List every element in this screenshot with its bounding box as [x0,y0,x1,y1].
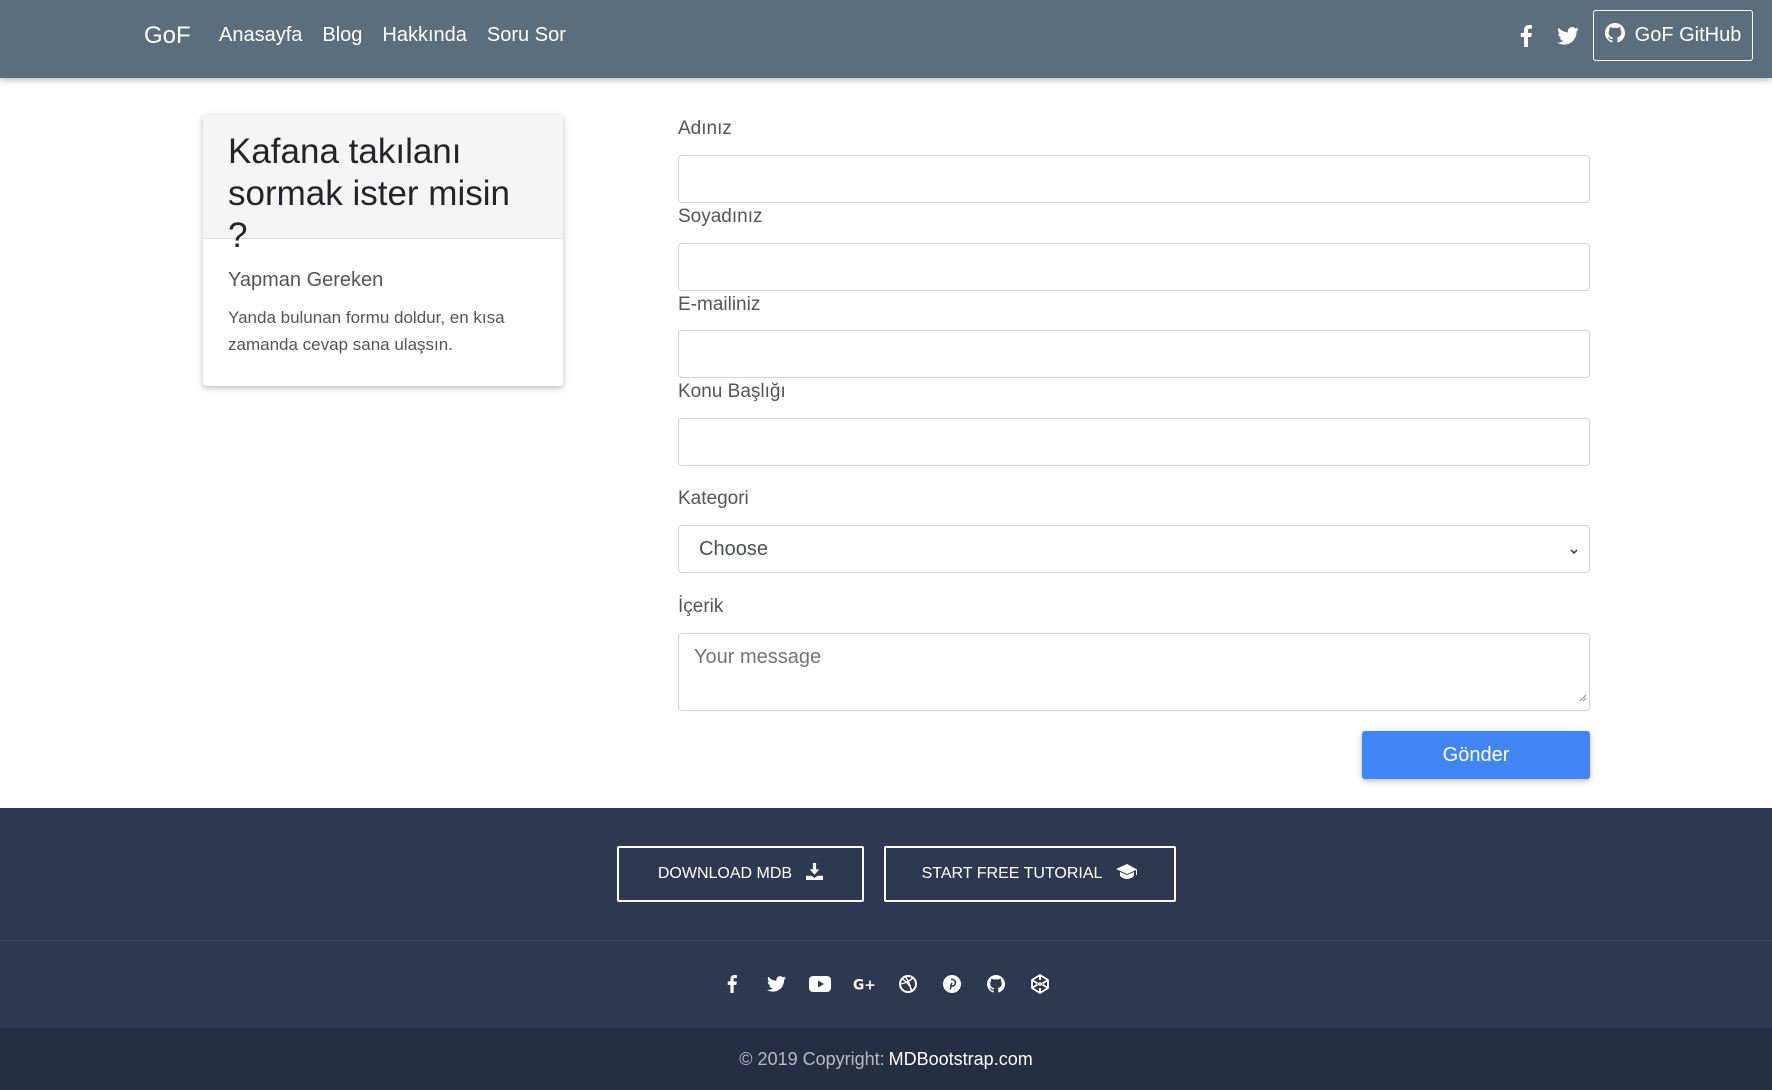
card-subtitle: Yapman Gereken [228,269,384,291]
nav-links: Anasayfa Blog Hakkında Soru Sor [219,24,566,47]
github-icon[interactable] [985,973,1007,995]
email-label: E-mailiniz [678,294,761,315]
message-textarea[interactable]: Your message [678,633,1590,711]
pinterest-icon[interactable] [941,973,963,995]
subject-label: Konu Başlığı [678,381,786,402]
twitter-icon[interactable] [765,973,787,995]
chevron-down-icon [1569,542,1579,565]
google-plus-icon[interactable]: G+ [853,973,875,995]
facebook-icon[interactable] [721,973,743,995]
resize-grip-icon[interactable] [1577,685,1587,708]
nav-link-about[interactable]: Hakkında [382,24,467,47]
youtube-icon[interactable] [809,973,831,995]
info-card: Kafana takılanı sormak ister misin ? Yap… [203,115,563,386]
content-label: İçerik [678,596,724,617]
github-icon [1604,22,1625,49]
download-icon [806,863,824,885]
download-button-label: DOWNLOAD MDB [657,865,793,882]
tutorial-button-label: START FREE TUTORIAL [921,865,1103,882]
graduation-cap-icon [1116,864,1138,884]
card-body: Yapman Gereken Yanda bulunan formu doldu… [203,239,563,358]
last-name-label: Soyadınız [678,206,763,227]
copyright-link[interactable]: MDBootstrap.com [889,1049,1033,1070]
start-tutorial-button[interactable]: START FREE TUTORIAL [884,846,1176,902]
category-select-value: Choose [699,537,768,560]
github-button[interactable]: GoF GitHub [1593,10,1753,61]
submit-button[interactable]: Gönder [1362,731,1590,779]
card-header: Kafana takılanı sormak ister misin ? [203,115,563,255]
card-text: Yanda bulunan formu doldur, en kısa zama… [228,308,505,354]
message-placeholder: Your message [694,646,822,668]
footer-social-icons: G+ [0,970,1772,998]
nav-link-home[interactable]: Anasayfa [219,24,302,47]
category-label: Kategori [678,488,749,509]
category-select[interactable]: Choose [678,525,1590,573]
nav-link-ask[interactable]: Soru Sor [487,24,566,47]
email-input[interactable] [678,330,1590,378]
footer-divider [0,940,1772,941]
nav-link-blog[interactable]: Blog [322,24,362,47]
copyright-text: © 2019 Copyright: [739,1048,885,1069]
dribbble-icon[interactable] [897,973,919,995]
facebook-icon[interactable] [1512,22,1540,50]
codepen-icon[interactable] [1029,973,1051,995]
twitter-icon[interactable] [1554,22,1582,50]
download-mdb-button[interactable]: DOWNLOAD MDB [617,846,864,902]
copyright-bar: © 2019 Copyright: MDBootstrap.com [0,1028,1772,1090]
brand-logo[interactable]: GoF [144,22,191,50]
first-name-input[interactable] [678,155,1590,203]
navbar: GoF Anasayfa Blog Hakkında Soru Sor GoF … [0,0,1772,78]
subject-input[interactable] [678,418,1590,466]
svg-text:G+: G+ [853,978,875,993]
github-button-label: GoF GitHub [1634,24,1742,46]
first-name-label: Adınız [678,118,732,139]
last-name-input[interactable] [678,243,1590,291]
